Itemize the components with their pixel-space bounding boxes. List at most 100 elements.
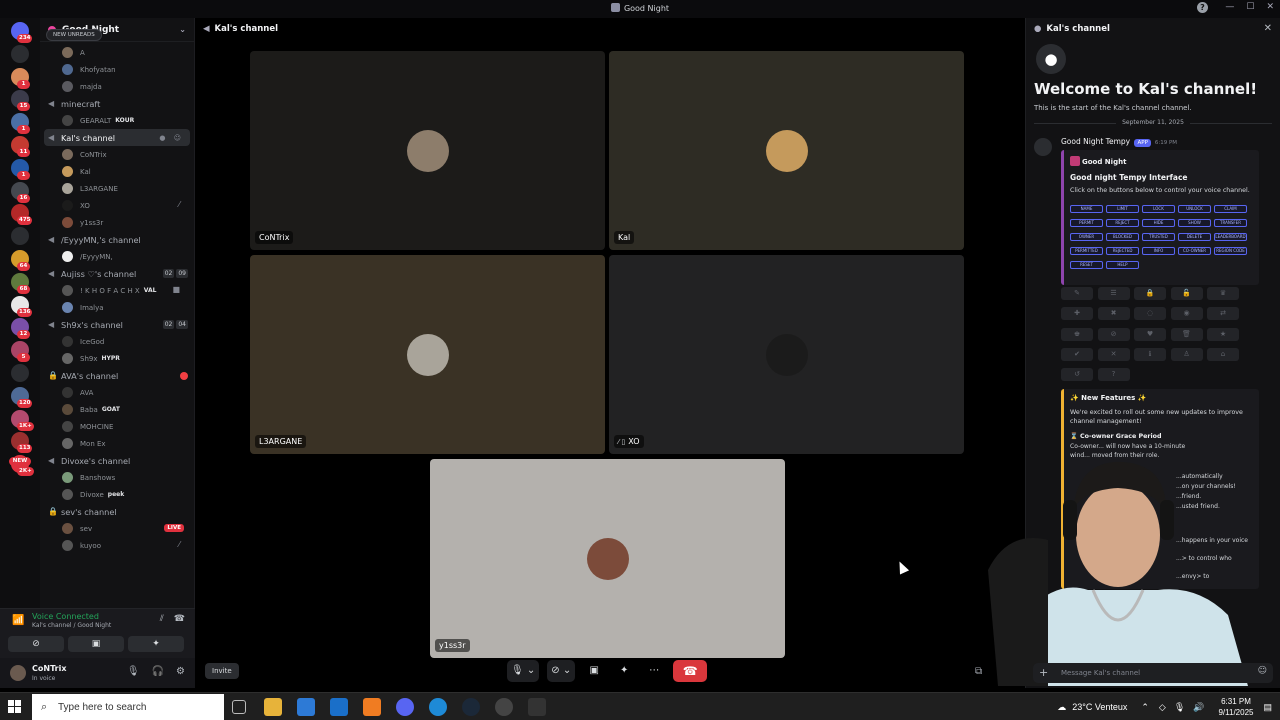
- member-row[interactable]: Imalya: [40, 299, 194, 316]
- app-icon[interactable]: [363, 698, 381, 716]
- close-window-icon[interactable]: ✕: [1266, 2, 1274, 12]
- member-row[interactable]: Baba GOAT: [40, 401, 194, 418]
- tempy-control-button[interactable]: ✖: [1097, 307, 1130, 321]
- member-row[interactable]: majda: [40, 78, 194, 95]
- search-input[interactable]: [58, 698, 218, 716]
- member-row[interactable]: XO ⁄: [40, 197, 194, 214]
- tempy-control-button[interactable]: ⊘: [1097, 327, 1130, 341]
- voice-channel-kals[interactable]: ◀ Kal's channel ● ☺: [44, 129, 190, 146]
- member-row[interactable]: CoNTrix: [40, 146, 194, 163]
- member-row[interactable]: GEARALT KOUR: [40, 112, 194, 129]
- minimize-icon[interactable]: —: [1225, 2, 1234, 12]
- plus-icon[interactable]: +: [1039, 666, 1048, 679]
- tempy-control-button[interactable]: ✔: [1061, 347, 1093, 361]
- task-view-icon[interactable]: [232, 700, 246, 714]
- voice-channel-divoxe[interactable]: ◀ Divoxe's channel: [40, 452, 194, 469]
- edge-icon[interactable]: [429, 698, 447, 716]
- member-row[interactable]: L3ARGANE: [40, 180, 194, 197]
- member-row[interactable]: Khofyatan: [40, 61, 194, 78]
- bot-avatar[interactable]: [1034, 138, 1052, 156]
- member-row[interactable]: AVA: [40, 384, 194, 401]
- tempy-control-button[interactable]: 🔓: [1170, 287, 1203, 300]
- chevron-down-icon[interactable]: ⌄: [179, 25, 186, 34]
- microphone-icon[interactable]: 🎙: [127, 666, 140, 677]
- avatar[interactable]: [10, 665, 26, 681]
- tempy-control-button[interactable]: ♙: [1170, 347, 1203, 361]
- chrome-icon[interactable]: [495, 698, 513, 716]
- more-options-icon[interactable]: ⋯: [643, 660, 665, 682]
- screen-share-button[interactable]: ▣: [583, 660, 605, 682]
- member-row[interactable]: Banshows: [40, 469, 194, 486]
- tempy-control-button[interactable]: ♚: [1061, 327, 1093, 341]
- member-row[interactable]: Mon Ex: [40, 435, 194, 452]
- wifi-icon[interactable]: ◇: [1159, 702, 1166, 713]
- store-icon[interactable]: [297, 698, 315, 716]
- help-icon[interactable]: ?: [1197, 2, 1208, 13]
- tempy-control-button[interactable]: ⌂: [1207, 347, 1239, 361]
- member-row[interactable]: Sh9x HYPR: [40, 350, 194, 367]
- activity-button[interactable]: ✦: [128, 636, 184, 652]
- invite-button[interactable]: Invite: [205, 663, 239, 679]
- discord-icon[interactable]: [396, 698, 414, 716]
- noise-suppression-icon[interactable]: ⫽: [160, 614, 164, 624]
- member-row[interactable]: Divoxe peek: [40, 486, 194, 503]
- windows-start-icon[interactable]: [8, 700, 22, 714]
- maximize-icon[interactable]: ☐: [1246, 2, 1254, 12]
- close-icon[interactable]: ✕: [1264, 23, 1272, 34]
- microphone-button[interactable]: 🎙 ⌄: [507, 660, 540, 682]
- member-row[interactable]: MOHCINE: [40, 418, 194, 435]
- weather-text[interactable]: 23°C Venteux: [1072, 702, 1127, 712]
- voice-channel-minecraft[interactable]: ◀ minecraft: [40, 95, 194, 112]
- tempy-control-button[interactable]: ★: [1207, 327, 1239, 341]
- member-row[interactable]: IceGod: [40, 333, 194, 350]
- member-row[interactable]: /EyyyMN,: [40, 248, 194, 265]
- voice-channel-ava[interactable]: 🔒 AVA's channel: [40, 367, 194, 384]
- voice-channel-sevs[interactable]: 🔒 sev's channel: [40, 503, 194, 520]
- tempy-control-button[interactable]: ♥: [1134, 327, 1166, 341]
- camera-button[interactable]: ⊘ ⌄: [547, 660, 576, 682]
- headphones-icon[interactable]: 🎧: [152, 666, 164, 677]
- video-tile[interactable]: Kal: [609, 51, 964, 250]
- voice-channel-eyyy[interactable]: ◀/EyyyMN,'s channel: [40, 231, 194, 248]
- member-row[interactable]: y1ss3r: [40, 214, 194, 231]
- disconnect-button[interactable]: ☎: [673, 660, 708, 682]
- activity-button[interactable]: ✦: [613, 660, 635, 682]
- voice-status[interactable]: Voice Connected: [32, 612, 99, 621]
- video-tile[interactable]: ⁄ ▯ XO: [609, 255, 964, 454]
- new-unreads-pill[interactable]: NEW UNREADS: [46, 29, 102, 41]
- disconnect-icon[interactable]: ☎: [174, 614, 185, 624]
- tempy-control-button[interactable]: ◌: [1134, 307, 1166, 321]
- tempy-control-button[interactable]: ✚: [1061, 307, 1093, 321]
- tempy-control-button[interactable]: ✎: [1061, 287, 1093, 300]
- chevron-up-icon[interactable]: ⌃: [1141, 702, 1149, 713]
- voice-location[interactable]: Kal's channel / Good Night: [32, 622, 111, 629]
- steam-icon[interactable]: [462, 698, 480, 716]
- mic-tray-icon[interactable]: 🎙: [1174, 702, 1185, 713]
- video-tile[interactable]: CoNTrix: [250, 51, 605, 250]
- tempy-control-button[interactable]: ☰: [1097, 287, 1130, 300]
- member-row[interactable]: Kal: [40, 163, 194, 180]
- voice-channel-sh9x[interactable]: ◀ Sh9x's channel 02 04: [40, 316, 194, 333]
- tempy-control-button[interactable]: ◉: [1170, 307, 1203, 321]
- screen-share-button[interactable]: ▣: [68, 636, 124, 652]
- file-explorer-icon[interactable]: [264, 698, 282, 716]
- tempy-control-button[interactable]: ↺: [1061, 368, 1093, 382]
- notifications-icon[interactable]: ▤: [1263, 702, 1272, 713]
- bot-name[interactable]: Good Night Tempy: [1061, 137, 1130, 146]
- server-icon[interactable]: [11, 364, 29, 382]
- tempy-control-button[interactable]: ⇄: [1207, 307, 1239, 321]
- tempy-control-button[interactable]: 🗑: [1170, 327, 1203, 341]
- server-icon[interactable]: [11, 44, 29, 63]
- tempy-control-button[interactable]: ℹ: [1134, 347, 1166, 361]
- username[interactable]: CoNTrix: [32, 664, 67, 673]
- video-tile[interactable]: y1ss3r: [430, 459, 785, 658]
- camera-off-button[interactable]: ⊘: [8, 636, 64, 652]
- member-row[interactable]: kuyoo ⁄: [40, 537, 194, 554]
- tempy-control-button[interactable]: ♛: [1207, 287, 1239, 300]
- message-input[interactable]: [1061, 666, 1241, 680]
- obs-icon[interactable]: [528, 698, 546, 716]
- volume-icon[interactable]: 🔊: [1193, 702, 1204, 713]
- gear-icon[interactable]: ⚙: [176, 666, 185, 677]
- tempy-control-button[interactable]: 🔒: [1134, 287, 1166, 300]
- clock[interactable]: 6:31 PM 9/11/2025: [1218, 696, 1253, 718]
